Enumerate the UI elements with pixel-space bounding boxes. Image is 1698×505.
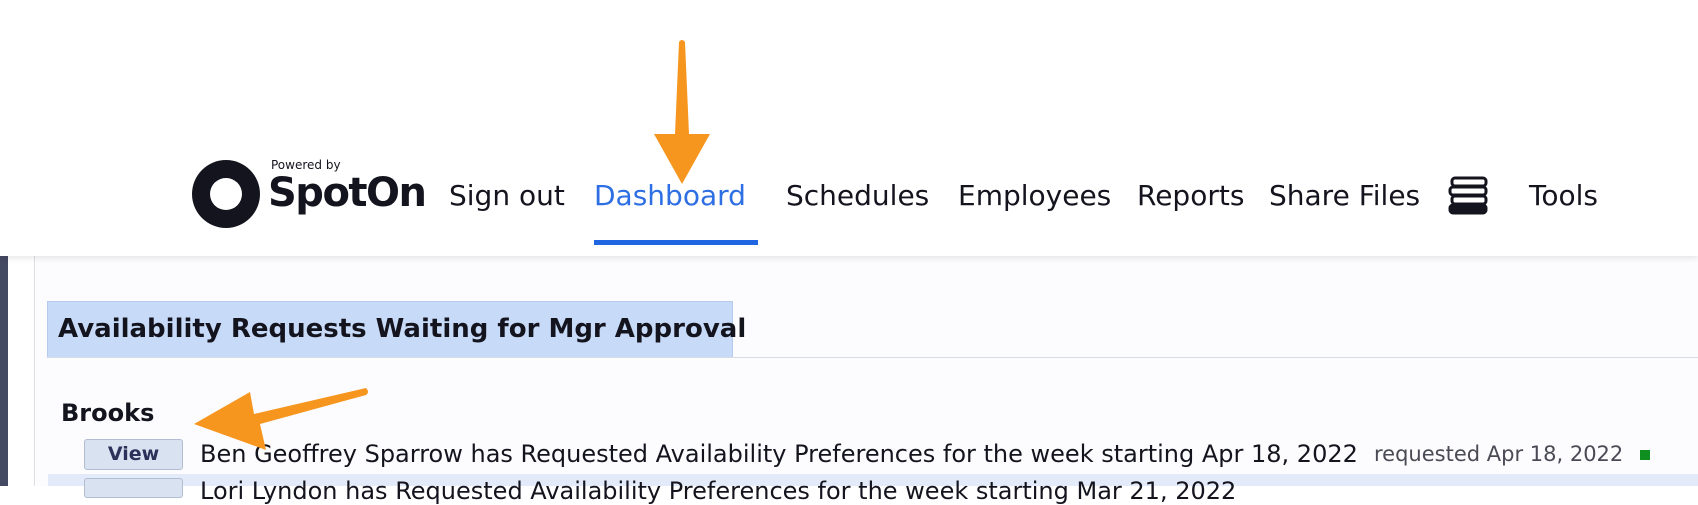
location-heading: Brooks: [61, 399, 155, 427]
content-divider: [34, 256, 35, 486]
spoton-logo[interactable]: Powered by SpotOn: [192, 158, 427, 230]
section-header-tab: Availability Requests Waiting for Mgr Ap…: [47, 301, 746, 358]
spoton-logo-mark-icon: [192, 160, 260, 228]
view-request-button[interactable]: View: [84, 439, 183, 470]
active-tab-underline: [594, 240, 758, 245]
section-divider: [47, 357, 1698, 358]
nav-tools[interactable]: Tools: [1529, 178, 1598, 214]
request-description: Ben Geoffrey Sparrow has Requested Avail…: [200, 440, 1358, 468]
section-title: Availability Requests Waiting for Mgr Ap…: [58, 314, 747, 344]
left-sidebar-edge: [0, 256, 8, 486]
nav-schedules[interactable]: Schedules: [786, 178, 929, 214]
status-indicator: [1640, 450, 1650, 460]
request-date: requested Apr 18, 2022: [1374, 442, 1624, 466]
spoton-wordmark: SpotOn: [268, 170, 427, 216]
nav-sign-out[interactable]: Sign out: [449, 178, 565, 214]
top-navigation-header: Powered by SpotOn Sign out Dashboard Sch…: [0, 0, 1698, 256]
books-icon[interactable]: [1448, 176, 1492, 216]
nav-dashboard[interactable]: Dashboard: [594, 178, 746, 214]
nav-reports[interactable]: Reports: [1137, 178, 1244, 214]
request-description-2: Lori Lyndon has Requested Availability P…: [200, 477, 1237, 505]
nav-share-files[interactable]: Share Files: [1269, 178, 1420, 214]
nav-employees[interactable]: Employees: [958, 178, 1111, 214]
view-request-button-2[interactable]: [84, 478, 183, 498]
